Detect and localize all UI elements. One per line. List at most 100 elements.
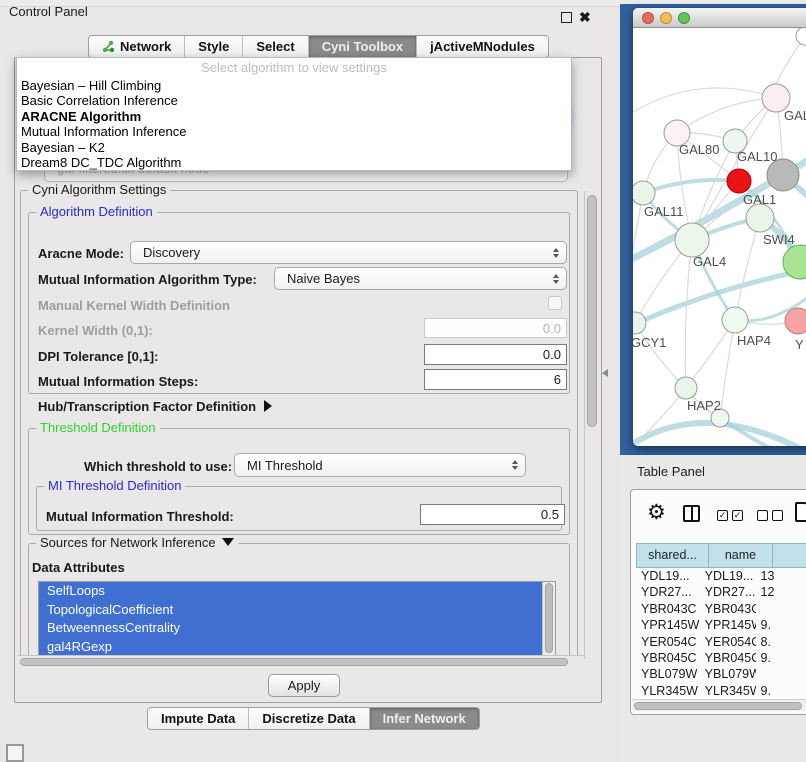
settings-horizontal-scrollbar[interactable] bbox=[18, 655, 584, 668]
table-row[interactable]: YPR145WYPR145W9. bbox=[636, 617, 806, 633]
table-settings-gear-icon[interactable]: ⚙ bbox=[647, 502, 666, 524]
network-node-HAP2[interactable] bbox=[675, 377, 697, 399]
mi-type-label: Mutual Information Algorithm Type: bbox=[38, 272, 257, 287]
network-edge[interactable] bbox=[720, 320, 735, 418]
network-window-titlebar[interactable] bbox=[633, 8, 806, 28]
network-edge[interactable] bbox=[633, 88, 776, 120]
network-edge[interactable] bbox=[633, 268, 806, 333]
network-canvas[interactable]: GALGAL80GAL10GAL1GAL11SWI4GAL4GCY1HAP4YH… bbox=[633, 28, 806, 446]
data-attribute-item[interactable]: SelfLoops bbox=[39, 582, 542, 601]
table-cell: YBR043C bbox=[700, 601, 756, 617]
document-icon[interactable] bbox=[795, 502, 806, 522]
network-node-green-mid[interactable] bbox=[746, 204, 774, 232]
table-cell: YDR27... bbox=[700, 584, 756, 600]
tab-infer-network[interactable]: Infer Network bbox=[369, 708, 479, 729]
dpi-tolerance-field[interactable]: 0.0 bbox=[424, 344, 567, 365]
table-cell: YBR043C bbox=[636, 601, 700, 617]
kernel-width-field[interactable]: 0.0 bbox=[424, 318, 567, 338]
table-row[interactable]: YBL079WYBL079W bbox=[636, 666, 806, 682]
float-panel-icon[interactable] bbox=[561, 12, 572, 23]
window-close-button[interactable] bbox=[642, 12, 654, 24]
column-header[interactable] bbox=[773, 543, 806, 568]
which-threshold-value: MI Threshold bbox=[247, 458, 323, 473]
mi-type-value: Naive Bayes bbox=[287, 271, 360, 286]
column-header[interactable]: shared... bbox=[636, 543, 709, 568]
checked-box-icon: ✓ bbox=[732, 510, 743, 521]
table-horizontal-thumb[interactable] bbox=[634, 702, 802, 710]
attr-list-scrollbar[interactable] bbox=[542, 582, 555, 655]
table-row[interactable]: YLR345WYLR345W9. bbox=[636, 683, 806, 699]
network-edge[interactable] bbox=[685, 240, 692, 388]
tab-impute-data[interactable]: Impute Data bbox=[148, 708, 248, 729]
table-row[interactable]: YBR043CYBR043C bbox=[636, 601, 806, 617]
tab-network[interactable]: Network bbox=[89, 36, 184, 57]
node-label: GAL10 bbox=[737, 149, 777, 164]
node-label: HAP4 bbox=[737, 333, 771, 348]
data-attributes-list[interactable]: SelfLoopsTopologicalCoefficientBetweenne… bbox=[38, 581, 556, 656]
tab-style[interactable]: Style bbox=[184, 36, 242, 57]
settings-vertical-scrollbar[interactable] bbox=[584, 191, 599, 659]
close-panel-icon[interactable]: ✖ bbox=[579, 9, 591, 26]
algorithm-option[interactable]: Bayesian – Hill Climbing bbox=[17, 78, 571, 93]
table-cell: 13 bbox=[756, 568, 806, 584]
network-node-GAL4[interactable] bbox=[675, 223, 709, 257]
apply-button[interactable]: Apply bbox=[268, 674, 340, 697]
table-cell: YBR045C bbox=[636, 650, 700, 666]
table-cell: YER054C bbox=[700, 634, 756, 650]
network-node-GAL1-red[interactable] bbox=[727, 169, 751, 193]
algorithm-option[interactable]: Dream8 DC_TDC Algorithm bbox=[17, 155, 571, 170]
table-horizontal-scrollbar[interactable] bbox=[632, 699, 806, 711]
splitter-collapse-icon[interactable] bbox=[602, 369, 608, 377]
aracne-mode-combo[interactable]: Discovery bbox=[130, 241, 567, 264]
network-node-GAL11[interactable] bbox=[633, 181, 655, 205]
tab-style-label: Style bbox=[198, 36, 229, 57]
table-cell bbox=[756, 666, 806, 682]
network-node-salmon[interactable] bbox=[785, 308, 806, 334]
mi-type-combo[interactable]: Naive Bayes bbox=[274, 267, 567, 290]
algorithm-option[interactable]: ARACNE Algorithm bbox=[17, 109, 571, 124]
collapsed-panel-icon[interactable] bbox=[6, 744, 24, 762]
tab-select[interactable]: Select bbox=[242, 36, 307, 57]
algorithm-option[interactable]: Basic Correlation Inference bbox=[17, 93, 571, 108]
network-edge[interactable] bbox=[677, 98, 776, 133]
tab-discretize-data[interactable]: Discretize Data bbox=[248, 708, 368, 729]
select-all-checkboxes-icon[interactable]: ✓ ✓ bbox=[717, 510, 743, 521]
mi-steps-field[interactable]: 6 bbox=[424, 369, 567, 390]
table-row[interactable]: YBR045CYBR045C9. bbox=[636, 650, 806, 666]
aracne-mode-value: Discovery bbox=[143, 245, 200, 260]
table-row[interactable]: YDR27...YDR27...12 bbox=[636, 584, 806, 600]
mi-threshold-field[interactable]: 0.5 bbox=[420, 504, 565, 525]
data-attribute-item[interactable]: TopologicalCoefficient bbox=[39, 601, 542, 620]
column-header[interactable]: name bbox=[709, 543, 773, 568]
sources-group-title[interactable]: Sources for Network Inference bbox=[36, 536, 238, 550]
attr-list-scroll-thumb[interactable] bbox=[545, 583, 553, 653]
network-edge[interactable] bbox=[735, 218, 760, 320]
node-label: GCY1 bbox=[633, 335, 666, 350]
data-attribute-item[interactable]: gal4RGexp bbox=[39, 638, 542, 657]
settings-horizontal-thumb[interactable] bbox=[20, 658, 568, 666]
table-row[interactable]: YER054CYER054C8. bbox=[636, 634, 806, 650]
table-cell: YBL079W bbox=[636, 666, 700, 682]
tab-cyni-toolbox[interactable]: Cyni Toolbox bbox=[308, 36, 416, 57]
network-node-HAP4[interactable] bbox=[722, 307, 748, 333]
settings-vertical-thumb[interactable] bbox=[587, 195, 597, 427]
tab-jactivemnodules[interactable]: jActiveMNodules bbox=[416, 36, 548, 57]
table-row[interactable]: YDL19...YDL19...13 bbox=[636, 568, 806, 584]
network-node-outline-top[interactable] bbox=[796, 28, 806, 45]
mi-steps-label: Mutual Information Steps: bbox=[38, 374, 198, 389]
manual-kernel-checkbox[interactable] bbox=[548, 296, 562, 310]
table-cell: 12 bbox=[756, 584, 806, 600]
hub-definition-expander[interactable]: Hub/Transcription Factor Definition bbox=[38, 399, 272, 414]
which-threshold-combo[interactable]: MI Threshold bbox=[234, 453, 526, 477]
mi-threshold-label: Mutual Information Threshold: bbox=[46, 509, 234, 524]
data-attribute-item[interactable]: BetweennessCentrality bbox=[39, 619, 542, 638]
column-layout-icon[interactable] bbox=[683, 505, 700, 522]
network-edge[interactable] bbox=[635, 323, 686, 388]
deselect-all-checkboxes-icon[interactable] bbox=[757, 510, 783, 521]
window-zoom-button[interactable] bbox=[678, 12, 690, 24]
network-node-GCY1[interactable] bbox=[633, 312, 646, 334]
algorithm-option[interactable]: Bayesian – K2 bbox=[17, 140, 571, 155]
table-cell: YDR27... bbox=[636, 584, 700, 600]
window-minimize-button[interactable] bbox=[660, 12, 672, 24]
algorithm-option[interactable]: Mutual Information Inference bbox=[17, 124, 571, 139]
